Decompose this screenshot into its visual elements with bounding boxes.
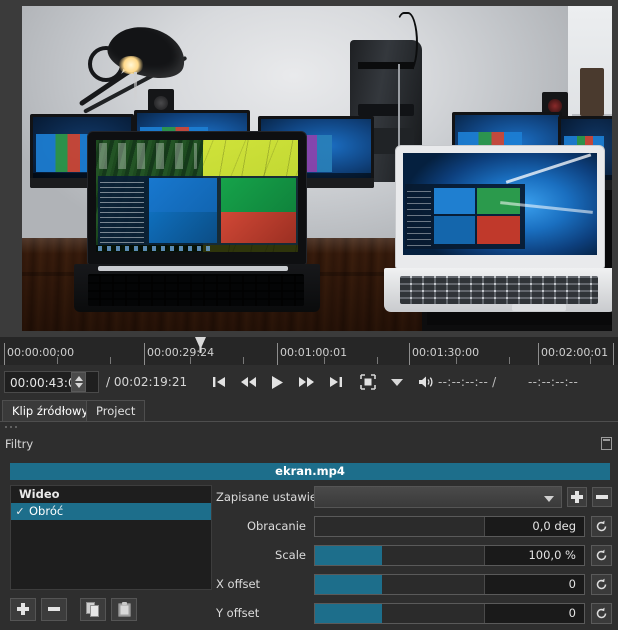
list-item[interactable]: ✓ Obróć [11, 503, 211, 520]
out-point-timecode: --:--:--:-- [528, 375, 579, 389]
scale-row: Scale 100,0 % [216, 543, 612, 567]
panel-drag-handle[interactable] [4, 424, 18, 432]
tab-underline [0, 421, 618, 422]
y-offset-slider[interactable]: 0 [314, 602, 585, 624]
copy-filters-button[interactable] [80, 597, 106, 621]
skip-to-end-button[interactable] [326, 373, 344, 391]
slider-fill [315, 603, 383, 623]
desk-lamp-bulb [118, 56, 144, 74]
filter-list-buttons [10, 596, 212, 622]
remove-filter-button[interactable] [41, 597, 67, 621]
rotation-row: Obracanie 0,0 deg [216, 514, 612, 538]
timeline-ruler[interactable]: 00:00:00:00 00:00:29:24 00:01:00:01 00:0… [0, 337, 618, 365]
foreground-laptop-white [384, 146, 612, 312]
fast-forward-button[interactable] [297, 373, 315, 391]
total-duration-label: / 00:02:19:21 [106, 371, 187, 393]
x-offset-value[interactable]: 0 [484, 574, 584, 594]
ruler-label: 00:01:30:00 [412, 346, 480, 359]
page-title: Filtry [5, 437, 34, 451]
in-point-timecode: --:--:--:-- / [438, 375, 497, 389]
duration-value: 00:02:19:21 [113, 375, 188, 389]
ruler-label: 00:02:00:01 [541, 346, 609, 359]
panel-tabs: Klip źródłowy Project [0, 400, 618, 422]
slider-fill [315, 574, 383, 594]
reset-x-offset-button[interactable] [591, 573, 612, 595]
filter-group-label: Wideo [19, 487, 60, 501]
foreground-laptop-black [74, 132, 320, 312]
snapshot-icon[interactable] [359, 373, 377, 391]
video-preview-area[interactable] [0, 0, 618, 337]
x-offset-slider[interactable]: 0 [314, 573, 585, 595]
slider-fill [315, 545, 383, 565]
tab-source-clip[interactable]: Klip źródłowy [2, 400, 99, 421]
save-preset-button[interactable] [567, 487, 587, 507]
clip-name-header: ekran.mp4 [10, 463, 610, 480]
skip-to-start-button[interactable] [210, 373, 228, 391]
ruler-label: 00:00:29:24 [147, 346, 215, 359]
y-offset-label: Y offset [216, 606, 260, 620]
ruler-label: 00:00:00:00 [7, 346, 75, 359]
rotation-slider[interactable]: 0,0 deg [314, 515, 585, 537]
undock-panel-icon[interactable] [601, 437, 612, 450]
reset-rotation-button[interactable] [591, 515, 612, 537]
paste-filters-button[interactable] [111, 597, 137, 621]
filter-list[interactable]: Wideo ✓ Obróć [10, 485, 212, 590]
filter-parameters: Zapisane ustawienia Obracanie 0,0 deg Sc… [216, 485, 612, 630]
duration-separator: / [106, 375, 111, 389]
rotation-label: Obracanie [246, 519, 306, 533]
chevron-down-icon[interactable] [388, 373, 406, 391]
reset-y-offset-button[interactable] [591, 602, 612, 624]
preset-label: Zapisane ustawienia [216, 490, 335, 504]
lamp-cable [134, 72, 137, 106]
y-offset-value[interactable]: 0 [484, 603, 584, 623]
transport-bar: 00:00:43:02 / 00:02:19:21 --:--:--:-- / … [0, 365, 618, 399]
chevron-down-icon [544, 496, 554, 502]
speaker-icon[interactable] [417, 373, 435, 391]
rewind-button[interactable] [239, 373, 257, 391]
scale-label: Scale [275, 548, 306, 562]
transport-buttons [210, 371, 435, 393]
ruler-label: 00:01:00:01 [280, 346, 348, 359]
preset-row: Zapisane ustawienia [216, 485, 612, 509]
x-offset-label: X offset [216, 577, 261, 591]
mlt-video-editor-window: 00:00:00:00 00:00:29:24 00:01:00:01 00:0… [0, 0, 618, 627]
reset-scale-button[interactable] [591, 544, 612, 566]
scale-slider[interactable]: 100,0 % [314, 544, 585, 566]
play-button[interactable] [268, 373, 286, 391]
y-offset-row: Y offset 0 [216, 601, 612, 625]
position-spinner[interactable] [71, 372, 86, 392]
video-frame[interactable] [22, 6, 612, 331]
tab-project[interactable]: Project [86, 400, 146, 421]
rotation-value[interactable]: 0,0 deg [484, 516, 584, 536]
filter-checkbox[interactable]: ✓ [11, 503, 29, 520]
delete-preset-button[interactable] [592, 487, 612, 507]
x-offset-row: X offset 0 [216, 572, 612, 596]
filter-name: Obróć [29, 504, 64, 518]
scale-value[interactable]: 100,0 % [484, 545, 584, 565]
preset-select[interactable] [314, 486, 562, 508]
add-filter-button[interactable] [10, 597, 36, 621]
